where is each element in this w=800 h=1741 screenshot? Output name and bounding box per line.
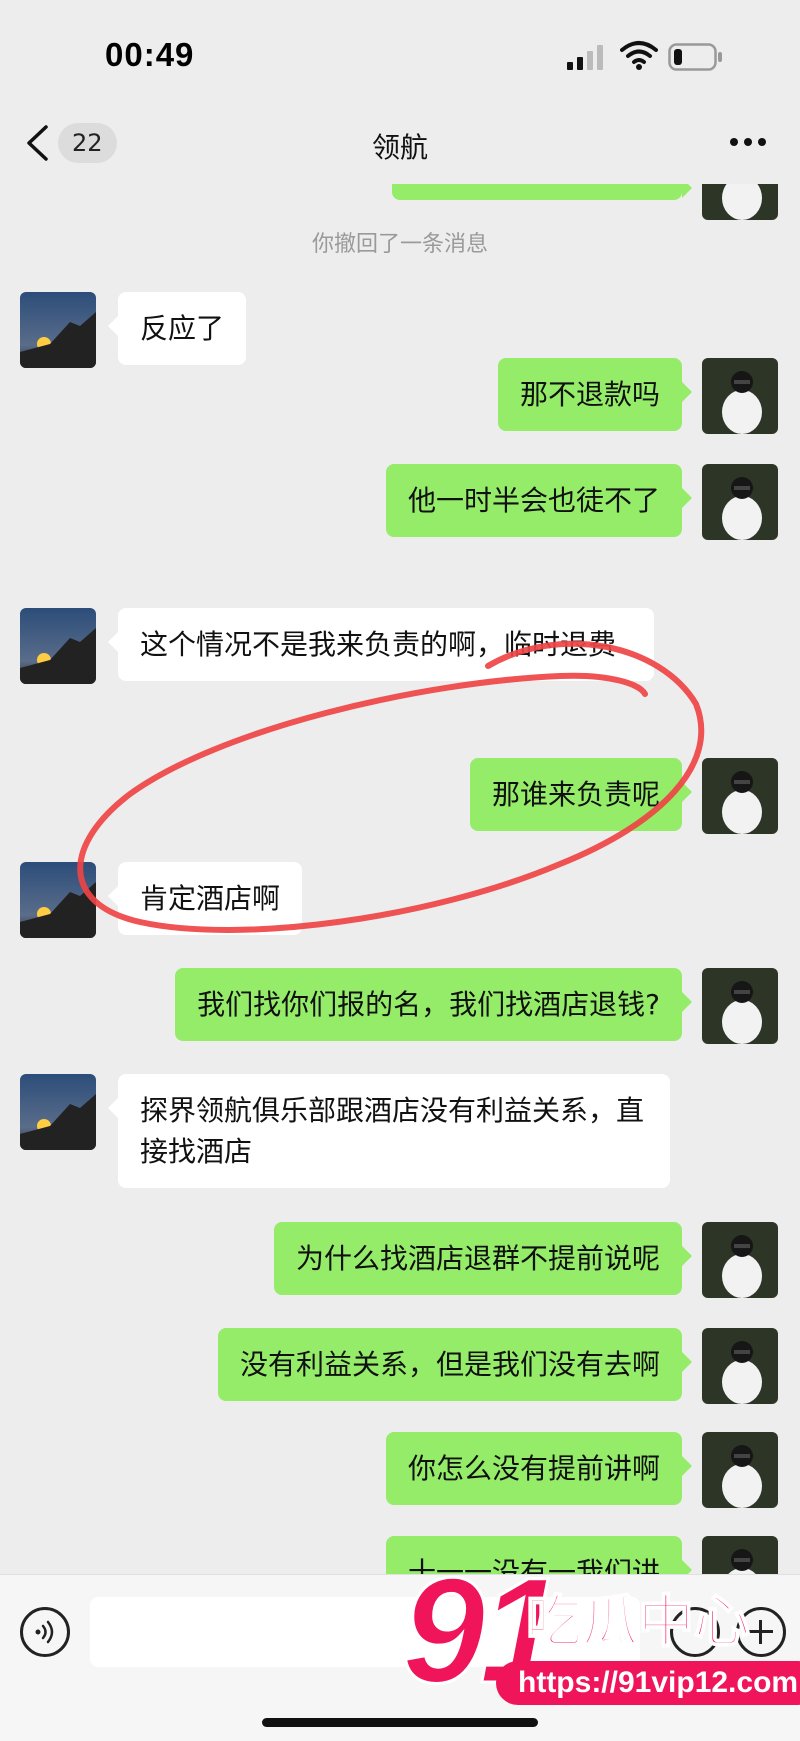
battery-icon	[668, 43, 722, 71]
avatar-self[interactable]	[702, 1328, 778, 1404]
ellipsis-icon[interactable]	[728, 136, 768, 148]
message-bubble-outgoing[interactable]: 那谁来负责呢	[469, 758, 693, 831]
avatar-contact[interactable]	[20, 292, 96, 368]
message-bubble-incoming[interactable]: 肯定酒店啊	[107, 862, 303, 935]
status-time: 00:49	[105, 36, 195, 73]
chat-title: 领航	[371, 131, 428, 164]
watermark-url: https://91vip12.com	[496, 1661, 800, 1705]
message-bubble-incoming[interactable]: 反应了	[107, 292, 247, 365]
avatar-self[interactable]	[702, 184, 778, 220]
avatar-self[interactable]	[702, 464, 778, 540]
avatar-contact[interactable]	[20, 608, 96, 684]
chat-message-list[interactable]: 你撤回了一条消息 反应了 那不退款吗 他一时半会也徒不了 这个情况不是我来负责的…	[0, 184, 800, 1574]
voice-wave-icon	[35, 1620, 54, 1644]
site-watermark: 91 吃瓜中心 https://91vip12.com	[400, 1554, 800, 1741]
voice-input-button[interactable]	[20, 1607, 70, 1657]
watermark-text: 吃瓜中心	[525, 1590, 751, 1655]
message-bubble-incoming[interactable]: 这个情况不是我来负责的啊，临时退费	[108, 608, 654, 681]
avatar-self[interactable]	[702, 1222, 778, 1298]
avatar-self[interactable]	[702, 968, 778, 1044]
wifi-icon	[620, 41, 658, 70]
message-bubble-outgoing[interactable]: 那不退款吗	[497, 358, 693, 431]
avatar-self[interactable]	[702, 358, 778, 434]
message-bubble-outgoing[interactable]: 他一时半会也徒不了	[385, 464, 693, 537]
message-bubble-outgoing[interactable]: 没有利益关系，但是我们没有去啊	[217, 1328, 693, 1401]
avatar-contact[interactable]	[20, 1074, 96, 1150]
cellular-signal-icon	[567, 45, 603, 70]
recall-notice: 你撤回了一条消息	[311, 232, 488, 257]
message-bubble-outgoing[interactable]: 为什么找酒店退群不提前说呢	[273, 1222, 693, 1295]
message-bubble-outgoing[interactable]: 你怎么没有提前讲啊	[385, 1432, 693, 1505]
message-bubble-outgoing[interactable]: 我们找你们报的名，我们找酒店退钱?	[175, 968, 692, 1041]
chat-header: 22 领航	[0, 100, 800, 184]
avatar-contact[interactable]	[20, 862, 96, 938]
avatar-self[interactable]	[702, 1432, 778, 1508]
avatar-self[interactable]	[702, 758, 778, 834]
message-bubble-partial	[392, 184, 692, 200]
status-bar: 00:49	[0, 0, 800, 100]
message-bubble-incoming[interactable]: 探界领航俱乐部跟酒店没有利益关系，直接找酒店	[108, 1074, 670, 1188]
